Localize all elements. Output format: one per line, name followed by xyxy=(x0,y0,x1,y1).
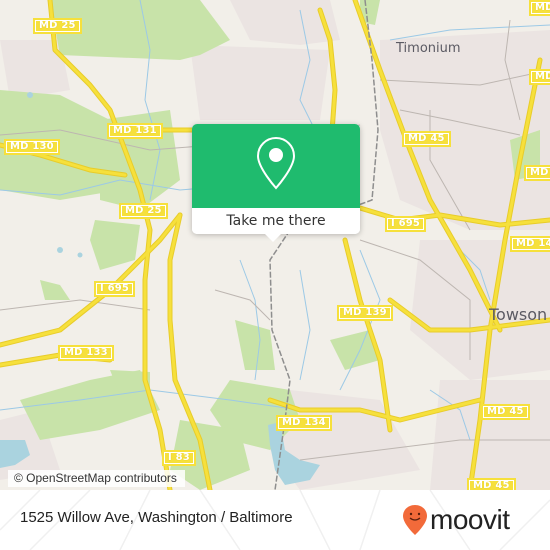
map[interactable]: MD 25 MD 131 MD 130 MD 25 I 695 MD 133 I… xyxy=(0,0,550,490)
map-tiles xyxy=(0,0,550,490)
road-label-md25: MD 25 xyxy=(33,18,82,34)
minor-road xyxy=(214,289,271,321)
road-label-md146: MD 146 xyxy=(510,236,550,252)
road-label-md: MD xyxy=(529,0,550,16)
place-label-towson: Towson xyxy=(489,305,548,324)
road-label-md134: MD 134 xyxy=(276,415,332,431)
popup-header xyxy=(192,124,360,208)
moovit-logo[interactable]: moovit xyxy=(402,504,510,536)
road-label-i695: I 695 xyxy=(94,281,136,297)
place-label-timonium: Timonium xyxy=(396,41,461,56)
location-popup: Take me there xyxy=(192,124,360,242)
road-label-md131: MD 131 xyxy=(107,123,163,139)
pond xyxy=(27,92,33,98)
road-label-md133: MD 133 xyxy=(58,345,114,361)
map-attribution[interactable]: © OpenStreetMap contributors xyxy=(8,470,185,487)
residential-area xyxy=(430,380,550,490)
park-area xyxy=(235,320,275,370)
park-area xyxy=(90,220,140,270)
road-label-md25: MD 25 xyxy=(119,203,168,219)
road-label-i695: I 695 xyxy=(385,216,427,232)
moovit-pin-icon xyxy=(403,505,427,535)
address-label: 1525 Willow Ave, Washington / Baltimore xyxy=(20,509,293,526)
pond xyxy=(57,247,63,253)
highway-i695-west xyxy=(0,212,183,348)
road-label-md139: MD 139 xyxy=(337,305,393,321)
road-label-md45: MD 45 xyxy=(481,404,530,420)
road-label-i83: I 83 xyxy=(162,450,196,466)
minor-road xyxy=(0,299,151,311)
road-label-md45: MD 45 xyxy=(467,478,516,490)
road-label-md45: MD 45 xyxy=(402,131,451,147)
take-me-there-button[interactable]: Take me there xyxy=(192,208,360,234)
location-pin-icon xyxy=(256,136,296,190)
moovit-wordmark: moovit xyxy=(430,504,510,535)
popup-pointer xyxy=(265,234,281,242)
stream xyxy=(299,269,311,381)
park-area xyxy=(40,280,70,300)
pond xyxy=(77,252,83,258)
road-label-md130: MD 130 xyxy=(4,139,60,155)
footer: 1525 Willow Ave, Washington / Baltimore … xyxy=(0,490,550,550)
road-label-md: MD 1 xyxy=(524,165,550,181)
road-label-md: MD xyxy=(529,69,550,85)
